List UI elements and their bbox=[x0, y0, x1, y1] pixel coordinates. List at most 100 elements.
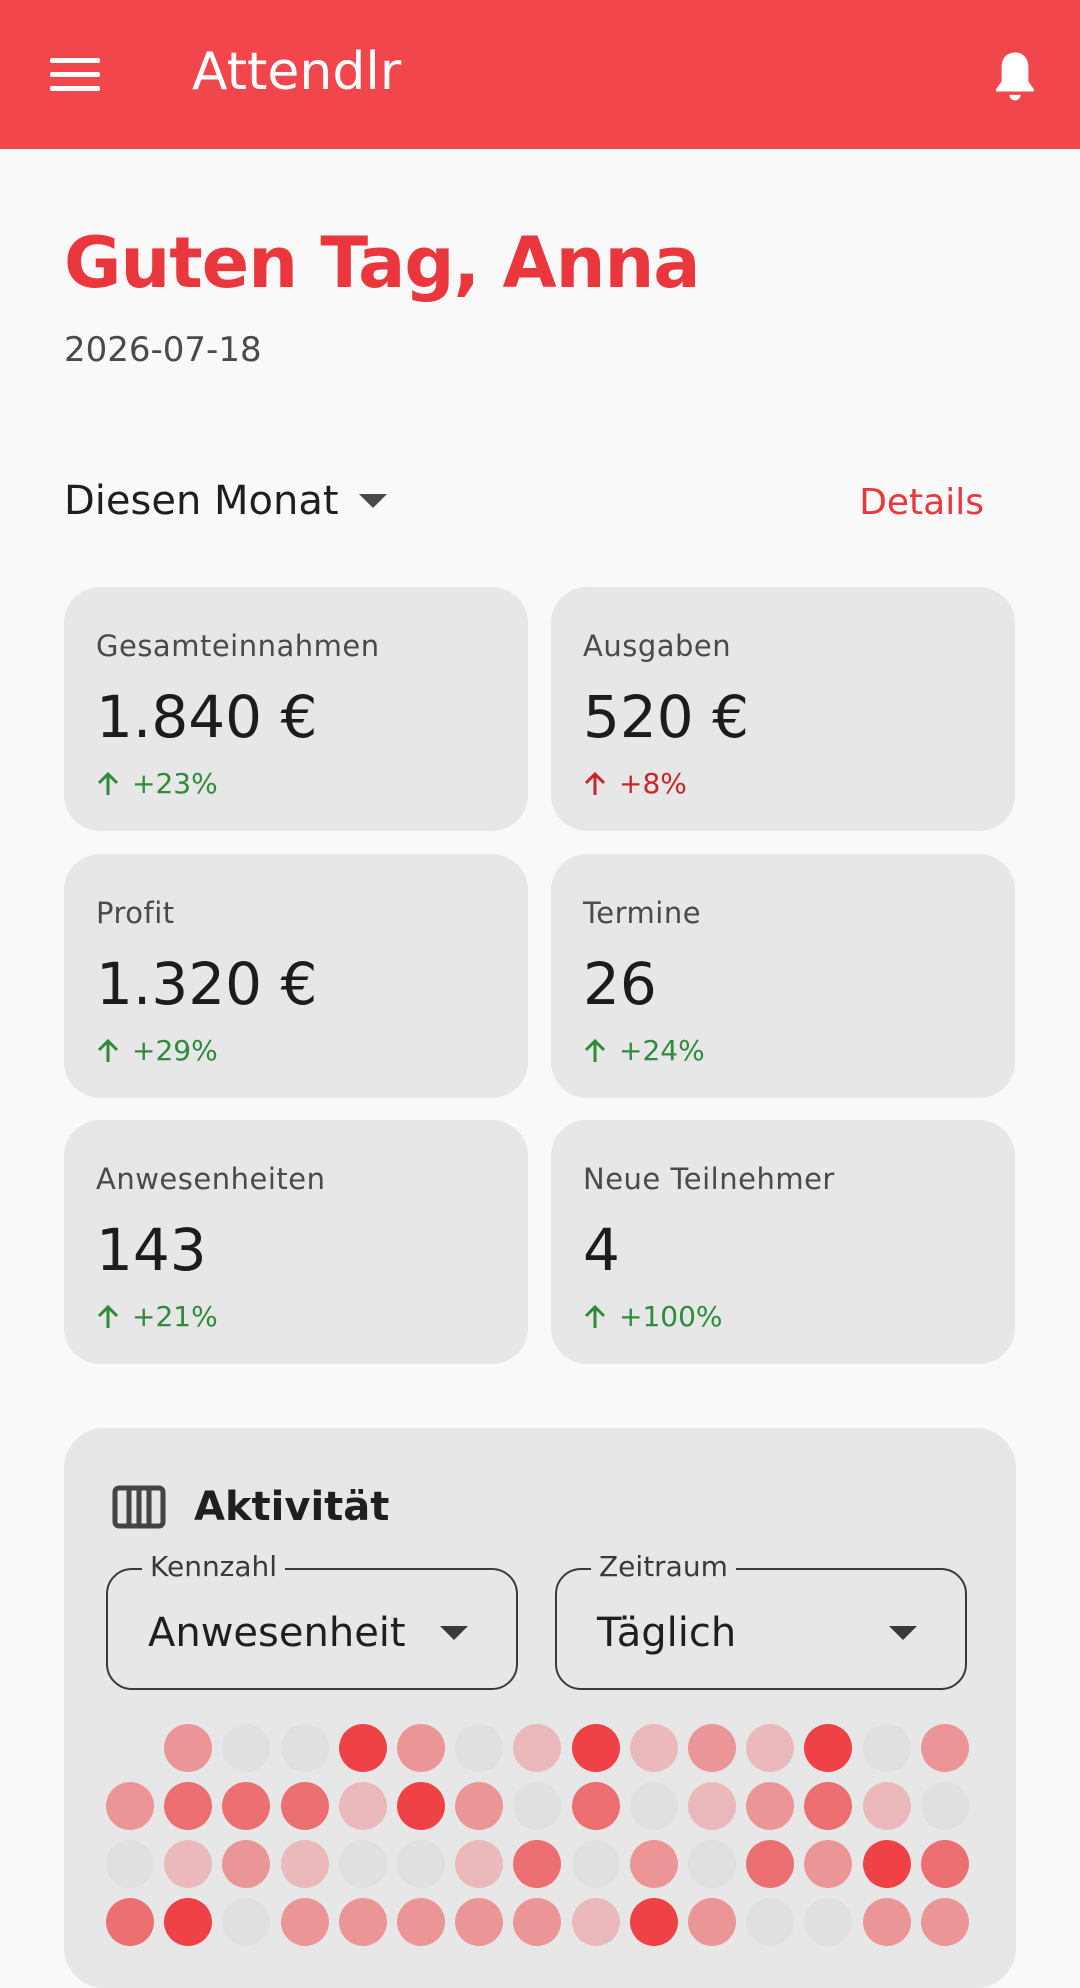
stat-value: 4 bbox=[583, 1216, 620, 1284]
activity-title: Aktivität bbox=[194, 1484, 390, 1530]
heatmap-cell[interactable] bbox=[804, 1840, 853, 1888]
heatmap-cell[interactable] bbox=[397, 1782, 445, 1830]
heatmap-cell[interactable] bbox=[920, 1898, 969, 1946]
heatmap-cell[interactable] bbox=[280, 1840, 329, 1888]
heatmap-cell[interactable] bbox=[629, 1898, 678, 1946]
heatmap-cell[interactable] bbox=[571, 1898, 620, 1946]
chevron-down-icon bbox=[889, 1626, 917, 1640]
stat-card-profit: Profit 1.320 € +29% bbox=[64, 854, 528, 1098]
heatmap-cell[interactable] bbox=[746, 1724, 795, 1772]
heatmap-cell[interactable] bbox=[222, 1724, 271, 1772]
heatmap-cell[interactable] bbox=[804, 1782, 853, 1830]
stat-value: 1.840 € bbox=[96, 683, 318, 751]
heatmap-cell[interactable] bbox=[106, 1782, 154, 1830]
heatmap-cell[interactable] bbox=[746, 1840, 795, 1888]
heatmap-cell[interactable] bbox=[222, 1898, 271, 1946]
heatmap-cell[interactable] bbox=[164, 1782, 213, 1830]
stat-change: +21% bbox=[132, 1300, 218, 1333]
period-label: Diesen Monat bbox=[64, 478, 339, 524]
metric-select-label: Kennzahl bbox=[142, 1550, 286, 1583]
arrow-up-icon bbox=[97, 1304, 119, 1328]
details-link[interactable]: Details bbox=[859, 482, 984, 523]
stat-trend: +100% bbox=[583, 1300, 723, 1333]
metric-select[interactable]: Kennzahl Anwesenheit bbox=[106, 1550, 518, 1690]
heatmap-cell[interactable] bbox=[280, 1782, 329, 1830]
stat-card-expenses: Ausgaben 520 € +8% bbox=[551, 587, 1015, 831]
heatmap-cell[interactable] bbox=[746, 1898, 795, 1946]
period-dropdown[interactable]: Diesen Monat bbox=[64, 478, 387, 524]
heatmap-cell[interactable] bbox=[397, 1724, 445, 1772]
heatmap-cell[interactable] bbox=[164, 1898, 213, 1946]
heatmap-cell[interactable] bbox=[164, 1840, 213, 1888]
stat-change: +23% bbox=[132, 767, 218, 800]
heatmap-cell[interactable] bbox=[338, 1782, 387, 1830]
heatmap-cell[interactable] bbox=[280, 1724, 329, 1772]
heatmap-cell[interactable] bbox=[455, 1840, 504, 1888]
metric-select-value: Anwesenheit bbox=[148, 1610, 406, 1656]
range-select-label: Zeitraum bbox=[591, 1550, 736, 1583]
stat-change: +100% bbox=[619, 1300, 723, 1333]
stat-card-appointments: Termine 26 +24% bbox=[551, 854, 1015, 1098]
app-bar: Attendlr bbox=[0, 0, 1080, 149]
stat-card-income: Gesamteinnahmen 1.840 € +23% bbox=[64, 587, 528, 831]
heatmap-cell[interactable] bbox=[164, 1724, 213, 1772]
range-select[interactable]: Zeitraum Täglich bbox=[555, 1550, 967, 1690]
heatmap-cell[interactable] bbox=[804, 1898, 853, 1946]
stat-value: 520 € bbox=[583, 683, 750, 751]
heatmap-cell[interactable] bbox=[455, 1898, 504, 1946]
heatmap-cell[interactable] bbox=[338, 1898, 387, 1946]
heatmap-cell[interactable] bbox=[920, 1840, 969, 1888]
heatmap-cell[interactable] bbox=[513, 1898, 562, 1946]
heatmap-cell[interactable] bbox=[571, 1840, 620, 1888]
heatmap-cell[interactable] bbox=[571, 1782, 620, 1830]
stat-label: Termine bbox=[583, 896, 702, 930]
calendar-view-icon bbox=[112, 1485, 166, 1529]
stat-card-attendances: Anwesenheiten 143 +21% bbox=[64, 1120, 528, 1364]
stat-trend: +21% bbox=[96, 1300, 218, 1333]
heatmap-cell[interactable] bbox=[455, 1724, 504, 1772]
stat-label: Gesamteinnahmen bbox=[96, 629, 380, 663]
stat-card-new-participants: Neue Teilnehmer 4 +100% bbox=[551, 1120, 1015, 1364]
heatmap-cell[interactable] bbox=[629, 1840, 678, 1888]
heatmap-cell[interactable] bbox=[280, 1898, 329, 1946]
heatmap-cell[interactable] bbox=[222, 1840, 271, 1888]
heatmap-cell[interactable] bbox=[222, 1782, 271, 1830]
heatmap-cell[interactable] bbox=[862, 1840, 911, 1888]
stat-value: 26 bbox=[583, 950, 657, 1018]
heatmap-cell[interactable] bbox=[920, 1782, 969, 1830]
bell-icon[interactable] bbox=[988, 48, 1042, 106]
arrow-up-icon bbox=[584, 771, 606, 795]
heatmap-cell[interactable] bbox=[513, 1724, 562, 1772]
menu-icon[interactable] bbox=[50, 58, 100, 92]
arrow-up-icon bbox=[97, 1038, 119, 1062]
activity-header: Aktivität bbox=[112, 1484, 389, 1530]
heatmap-cell[interactable] bbox=[513, 1782, 562, 1830]
heatmap-cell[interactable] bbox=[571, 1724, 620, 1772]
heatmap-cell[interactable] bbox=[106, 1898, 154, 1946]
heatmap-cell[interactable] bbox=[106, 1840, 154, 1888]
heatmap-cell[interactable] bbox=[862, 1782, 911, 1830]
heatmap-cell[interactable] bbox=[629, 1782, 678, 1830]
heatmap-cell[interactable] bbox=[688, 1898, 736, 1946]
stat-trend: +8% bbox=[583, 767, 687, 800]
heatmap-cell[interactable] bbox=[397, 1898, 445, 1946]
range-select-value: Täglich bbox=[597, 1610, 737, 1656]
current-date: 2026-07-18 bbox=[64, 330, 262, 370]
heatmap-cell[interactable] bbox=[920, 1724, 969, 1772]
heatmap-cell[interactable] bbox=[455, 1782, 504, 1830]
heatmap-cell[interactable] bbox=[862, 1898, 911, 1946]
heatmap-cell[interactable] bbox=[513, 1840, 562, 1888]
heatmap-cell[interactable] bbox=[688, 1782, 736, 1830]
heatmap-cell[interactable] bbox=[688, 1840, 736, 1888]
stat-change: +24% bbox=[619, 1034, 705, 1067]
heatmap-cell[interactable] bbox=[338, 1840, 387, 1888]
heatmap-cell[interactable] bbox=[338, 1724, 387, 1772]
heatmap-cell[interactable] bbox=[862, 1724, 911, 1772]
heatmap-cell[interactable] bbox=[804, 1724, 853, 1772]
stat-label: Anwesenheiten bbox=[96, 1162, 326, 1196]
heatmap-cell[interactable] bbox=[629, 1724, 678, 1772]
heatmap-cell[interactable] bbox=[688, 1724, 736, 1772]
heatmap-cell[interactable] bbox=[746, 1782, 795, 1830]
stat-trend: +29% bbox=[96, 1034, 218, 1067]
heatmap-cell[interactable] bbox=[397, 1840, 445, 1888]
